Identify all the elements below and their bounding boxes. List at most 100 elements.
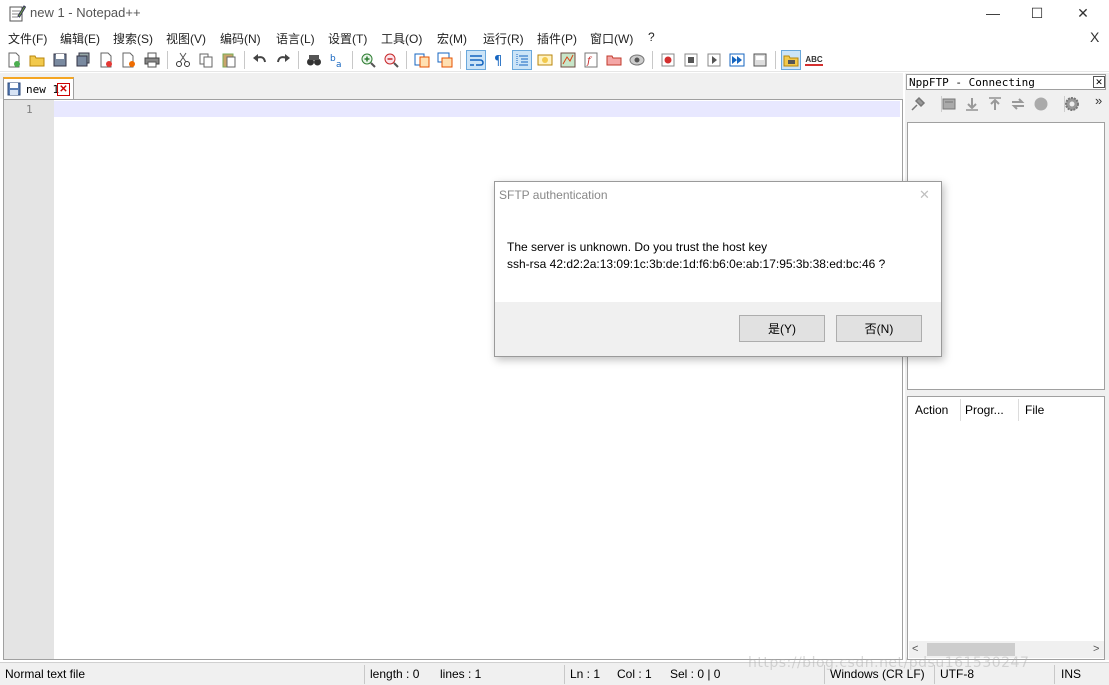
user-language-button[interactable] (535, 50, 555, 70)
stop-macro-button[interactable] (681, 50, 701, 70)
chevron-more-icon[interactable]: » (1095, 93, 1102, 108)
ftp-refresh-button[interactable] (940, 95, 958, 113)
open-file-button[interactable] (27, 50, 47, 70)
paste-button[interactable] (219, 50, 239, 70)
ftp-download-button[interactable] (963, 95, 981, 113)
close-all-button[interactable] (119, 50, 139, 70)
menu-help[interactable]: ? (648, 30, 655, 44)
window-title: new 1 - Notepad++ (30, 5, 141, 20)
ftp-transfer-queue[interactable]: Action Progr... File < > (907, 396, 1105, 660)
save-button[interactable] (50, 50, 70, 70)
queue-header-action[interactable]: Action (915, 403, 948, 417)
menu-encoding[interactable]: 编码(N) (220, 30, 261, 47)
dialog-close-icon[interactable]: ✕ (919, 187, 930, 203)
ftp-connect-button[interactable] (909, 95, 927, 113)
menu-bar: 文件(F) 编辑(E) 搜索(S) 视图(V) 编码(N) 语言(L) 设置(T… (0, 26, 1109, 48)
folder-as-workspace-button[interactable] (604, 50, 624, 70)
toolbar-separator (406, 51, 407, 69)
menu-tools[interactable]: 工具(O) (381, 30, 422, 47)
column-divider[interactable] (960, 399, 961, 421)
minimize-button[interactable]: — (970, 0, 1016, 26)
save-macro-button[interactable] (750, 50, 770, 70)
nppftp-header: NppFTP - Connecting ✕ (906, 74, 1106, 90)
sync-horizontal-button[interactable] (435, 50, 455, 70)
toolbar-separator (652, 51, 653, 69)
status-file-type: Normal text file (5, 667, 86, 681)
server-icon (942, 98, 956, 110)
menu-edit[interactable]: 编辑(E) (60, 30, 100, 47)
spell-check-button[interactable]: ABC (804, 50, 824, 70)
menu-plugins[interactable]: 插件(P) (537, 30, 577, 47)
pilcrow-icon: ¶ (494, 54, 502, 68)
menu-macro[interactable]: 宏(M) (437, 30, 467, 47)
undo-button[interactable] (250, 50, 270, 70)
paste-icon (222, 53, 236, 68)
status-insert-mode[interactable]: INS (1061, 667, 1081, 681)
cut-button[interactable] (173, 50, 193, 70)
menu-language[interactable]: 语言(L) (276, 30, 315, 47)
sync-vertical-button[interactable] (412, 50, 432, 70)
document-map-button[interactable] (558, 50, 578, 70)
status-line-number: Ln : 1 (570, 667, 601, 681)
close-window-button[interactable]: ✕ (1060, 0, 1106, 26)
nppftp-show-button[interactable] (781, 50, 801, 70)
zoom-in-button[interactable] (358, 50, 378, 70)
indent-guide-button[interactable] (512, 50, 532, 70)
new-file-button[interactable] (4, 50, 24, 70)
run-macro-multiple-button[interactable] (727, 50, 747, 70)
close-document-button[interactable]: X (1090, 29, 1099, 45)
queue-header-file[interactable]: File (1025, 403, 1044, 417)
close-icon: ✕ (1077, 4, 1089, 21)
ftp-settings-button[interactable] (1063, 95, 1081, 113)
function-list-icon: f (584, 52, 598, 68)
menu-window[interactable]: 窗口(W) (590, 30, 633, 47)
menu-search[interactable]: 搜索(S) (113, 30, 153, 47)
redo-icon (277, 54, 290, 63)
copy-button[interactable] (196, 50, 216, 70)
tab-bar: new 1 ✕ (0, 73, 903, 99)
menu-file[interactable]: 文件(F) (8, 30, 47, 47)
nppftp-toolbar: » (905, 93, 1109, 117)
play-macro-button[interactable] (704, 50, 724, 70)
save-all-button[interactable] (73, 50, 93, 70)
close-file-button[interactable] (96, 50, 116, 70)
yes-button[interactable]: 是(Y) (739, 315, 825, 342)
nppftp-title: NppFTP - Connecting (909, 76, 1035, 89)
menu-settings[interactable]: 设置(T) (328, 30, 367, 47)
new-file-icon (8, 52, 20, 68)
print-button[interactable] (142, 50, 162, 70)
no-button[interactable]: 否(N) (836, 315, 922, 342)
column-divider[interactable] (1018, 399, 1019, 421)
queue-header-progress[interactable]: Progr... (965, 403, 1004, 417)
zoom-in-icon (361, 53, 376, 68)
tab-close-icon[interactable]: ✕ (57, 83, 70, 96)
current-line-highlight[interactable] (54, 101, 900, 117)
nppftp-close-icon[interactable]: ✕ (1093, 76, 1105, 88)
copy-icon (199, 53, 213, 68)
tab-new-1[interactable]: new 1 ✕ (3, 77, 74, 99)
scroll-left-icon[interactable]: < (912, 643, 918, 655)
zoom-out-button[interactable] (381, 50, 401, 70)
function-list-button[interactable]: f (581, 50, 601, 70)
toolbar-separator (460, 51, 461, 69)
ftp-upload-button[interactable] (986, 95, 1004, 113)
ftp-abort-button[interactable] (1032, 95, 1050, 113)
menu-run[interactable]: 运行(R) (483, 30, 524, 47)
save-icon (53, 53, 67, 67)
ftp-sync-button[interactable] (1009, 95, 1027, 113)
tab-label: new 1 (26, 83, 60, 96)
dialog-title: SFTP authentication (499, 188, 608, 202)
status-selection: Sel : 0 | 0 (670, 667, 721, 681)
word-wrap-button[interactable] (466, 50, 486, 70)
maximize-button[interactable]: ☐ (1014, 0, 1060, 26)
monitoring-button[interactable] (627, 50, 647, 70)
scroll-right-icon[interactable]: > (1093, 643, 1099, 655)
find-button[interactable] (304, 50, 324, 70)
show-all-characters-button[interactable]: ¶ (489, 50, 509, 70)
redo-button[interactable] (273, 50, 293, 70)
record-macro-button[interactable] (658, 50, 678, 70)
binoculars-icon (307, 55, 321, 66)
replace-button[interactable]: ba (327, 50, 347, 70)
status-separator (1054, 665, 1055, 684)
menu-view[interactable]: 视图(V) (166, 30, 206, 47)
